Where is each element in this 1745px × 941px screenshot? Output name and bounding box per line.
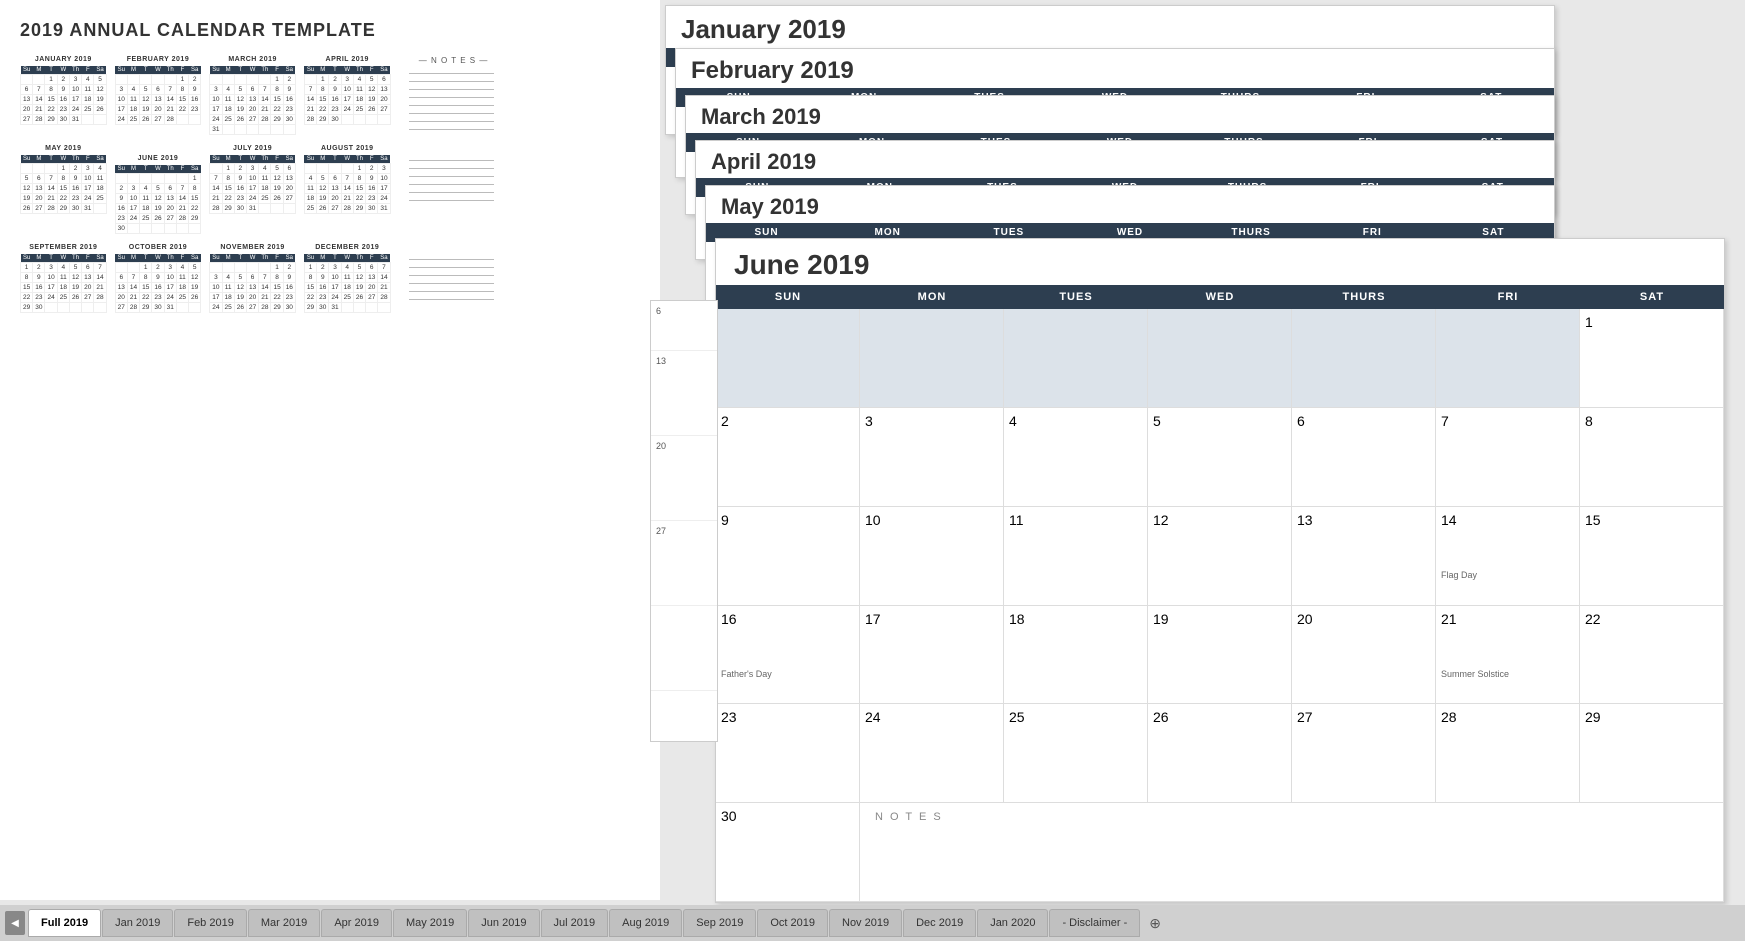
mini-cal-apr: APRIL 2019 SuMTWThFSa 123456 78910111213… xyxy=(304,56,391,135)
june-title: June 2019 xyxy=(716,239,1724,285)
tab-mar-2019[interactable]: Mar 2019 xyxy=(248,909,320,937)
cal-cell-11: 11 xyxy=(1004,507,1148,606)
cal-cell-empty xyxy=(1436,309,1580,408)
side-strip-item: 27 xyxy=(651,521,717,606)
mini-cal-aug: AUGUST 2019 SuMTWThFSa 123 45678910 1112… xyxy=(304,145,391,234)
tab-nav-left[interactable]: ◀ xyxy=(5,911,25,935)
mini-cal-apr-title: APRIL 2019 xyxy=(304,56,391,63)
mini-cal-may-title: MAY 2019 xyxy=(20,145,107,152)
cal-cell-15: 15 xyxy=(1580,507,1724,606)
tab-full-2019[interactable]: Full 2019 xyxy=(28,909,101,937)
tab-jan-2019[interactable]: Jan 2019 xyxy=(102,909,173,937)
cal-cell-1: 1 xyxy=(1580,309,1724,408)
mini-cal-jan-title: JANUARY 2019 xyxy=(20,56,107,63)
mini-cal-may: MAY 2019 SuMTWThFSa 1234 567891011 12131… xyxy=(20,145,107,234)
cal-cell-8: 8 xyxy=(1580,408,1724,507)
cal-cell-7: 7 xyxy=(1436,408,1580,507)
cal-cell-30: 30 xyxy=(716,803,860,902)
tab-nov-2019[interactable]: Nov 2019 xyxy=(829,909,902,937)
june-weekday-header: SUN MON TUES WED THURS FRI SAT xyxy=(716,285,1724,309)
cal-cell-16: 16Father's Day xyxy=(716,606,860,705)
tab-add-button[interactable]: ⊕ xyxy=(1141,910,1169,937)
notes-cell-label: N O T E S xyxy=(875,811,943,823)
cal-cell-3: 3 xyxy=(860,408,1004,507)
side-strip-item xyxy=(651,691,717,741)
cal-cell-25: 25 xyxy=(1004,704,1148,803)
cal-cell-29: 29 xyxy=(1580,704,1724,803)
notes-column-3 xyxy=(409,259,499,313)
cal-cell-9: 9 xyxy=(716,507,860,606)
tab-apr-2019[interactable]: Apr 2019 xyxy=(321,909,392,937)
sheet-tabs: ◀ Full 2019 Jan 2019 Feb 2019 Mar 2019 A… xyxy=(0,905,1745,941)
january-title: January 2019 xyxy=(666,6,1554,48)
cal-cell-21: 21Summer Solstice xyxy=(1436,606,1580,705)
cal-cell-14: 14Flag Day xyxy=(1436,507,1580,606)
tab-sep-2019[interactable]: Sep 2019 xyxy=(683,909,756,937)
mini-cal-feb-title: FEBRUARY 2019 xyxy=(115,56,202,63)
annual-overview-panel: 2019 ANNUAL CALENDAR TEMPLATE JANUARY 20… xyxy=(0,0,660,900)
summer-solstice-label: Summer Solstice xyxy=(1441,669,1574,679)
side-strip-item xyxy=(651,606,717,691)
cal-cell-2: 2 xyxy=(716,408,860,507)
mini-cal-oct: OCTOBER 2019 SuMTWThFSa 12345 6789101112… xyxy=(115,244,202,313)
page-title: 2019 ANNUAL CALENDAR TEMPLATE xyxy=(20,20,640,41)
cal-cell-empty xyxy=(716,309,860,408)
side-strip-item: 6 xyxy=(651,301,717,351)
cal-cell-19: 19 xyxy=(1148,606,1292,705)
mini-cal-dec: DECEMBER 2019 SuMTWThFSa 1234567 8910111… xyxy=(304,244,391,313)
side-strip-item: 20 xyxy=(651,436,717,521)
tab-dec-2019[interactable]: Dec 2019 xyxy=(903,909,976,937)
mini-cal-jul: JULY 2019 SuMTWThFSa 123456 78910111213 … xyxy=(209,145,296,234)
monthly-calendar-panel: January 2019 SUNMONTUESWEDTHURSFRISAT Fe… xyxy=(655,0,1745,905)
notes-column-2 xyxy=(409,160,499,234)
cal-cell-28: 28 xyxy=(1436,704,1580,803)
june-sheet: June 2019 SUN MON TUES WED THURS FRI SAT… xyxy=(715,238,1725,903)
cal-cell-empty xyxy=(1004,309,1148,408)
tab-may-2019[interactable]: May 2019 xyxy=(393,909,467,937)
mini-cal-nov: NOVEMBER 2019 SuMTWThFSa 12 3456789 1011… xyxy=(209,244,296,313)
march-title: March 2019 xyxy=(686,96,1554,133)
cal-cell-20: 20 xyxy=(1292,606,1436,705)
side-strip-item: 13 xyxy=(651,351,717,436)
cal-cell-13: 13 xyxy=(1292,507,1436,606)
mini-cal-mar: MARCH 2019 SuMTWThFSa 12 3456789 1011121… xyxy=(209,56,296,135)
may-title: May 2019 xyxy=(706,186,1554,223)
flag-day-label: Flag Day xyxy=(1441,570,1574,580)
tab-aug-2019[interactable]: Aug 2019 xyxy=(609,909,682,937)
notes-header: — N O T E S — xyxy=(409,56,499,65)
cal-cell-empty xyxy=(1148,309,1292,408)
april-title: April 2019 xyxy=(696,141,1554,178)
mini-cal-feb: FEBRUARY 2019 SuMTWThFSa 12 3456789 1011… xyxy=(115,56,202,135)
cal-cell-12: 12 xyxy=(1148,507,1292,606)
cal-cell-6: 6 xyxy=(1292,408,1436,507)
mini-cal-sep: SEPTEMBER 2019 SuMTWThFSa 1234567 891011… xyxy=(20,244,107,313)
tab-feb-2019[interactable]: Feb 2019 xyxy=(174,909,246,937)
tab-jun-2019[interactable]: Jun 2019 xyxy=(468,909,539,937)
cal-cell-empty xyxy=(1292,309,1436,408)
tab-oct-2019[interactable]: Oct 2019 xyxy=(757,909,828,937)
mini-cal-jan: JANUARY 2019 SuMTWThFSa 12345 6789101112… xyxy=(20,56,107,135)
cal-cell-18: 18 xyxy=(1004,606,1148,705)
tab-jan-2020[interactable]: Jan 2020 xyxy=(977,909,1048,937)
cal-cell-22: 22 xyxy=(1580,606,1724,705)
cal-notes-cell: N O T E S xyxy=(860,803,1724,902)
june-calendar-body: 1 2 3 4 5 6 7 8 9 10 11 12 13 14Flag Day… xyxy=(716,309,1724,902)
side-strip: 6 13 20 27 xyxy=(650,300,718,742)
cal-cell-23: 23 xyxy=(716,704,860,803)
cal-cell-24: 24 xyxy=(860,704,1004,803)
cal-cell-17: 17 xyxy=(860,606,1004,705)
cal-cell-5: 5 xyxy=(1148,408,1292,507)
cal-cell-10: 10 xyxy=(860,507,1004,606)
tab-jul-2019[interactable]: Jul 2019 xyxy=(541,909,609,937)
tab-disclaimer[interactable]: - Disclaimer - xyxy=(1049,909,1140,937)
fathers-day-label: Father's Day xyxy=(721,669,854,679)
cal-cell-4: 4 xyxy=(1004,408,1148,507)
cal-cell-empty xyxy=(860,309,1004,408)
notes-column: — N O T E S — xyxy=(409,56,499,135)
cal-cell-26: 26 xyxy=(1148,704,1292,803)
mini-cal-jun: JULY 2019 JUNE 2019 SuMTWThFSa 1 2345678… xyxy=(115,145,202,234)
mini-cal-mar-title: MARCH 2019 xyxy=(209,56,296,63)
cal-cell-27: 27 xyxy=(1292,704,1436,803)
february-title: February 2019 xyxy=(676,49,1554,88)
